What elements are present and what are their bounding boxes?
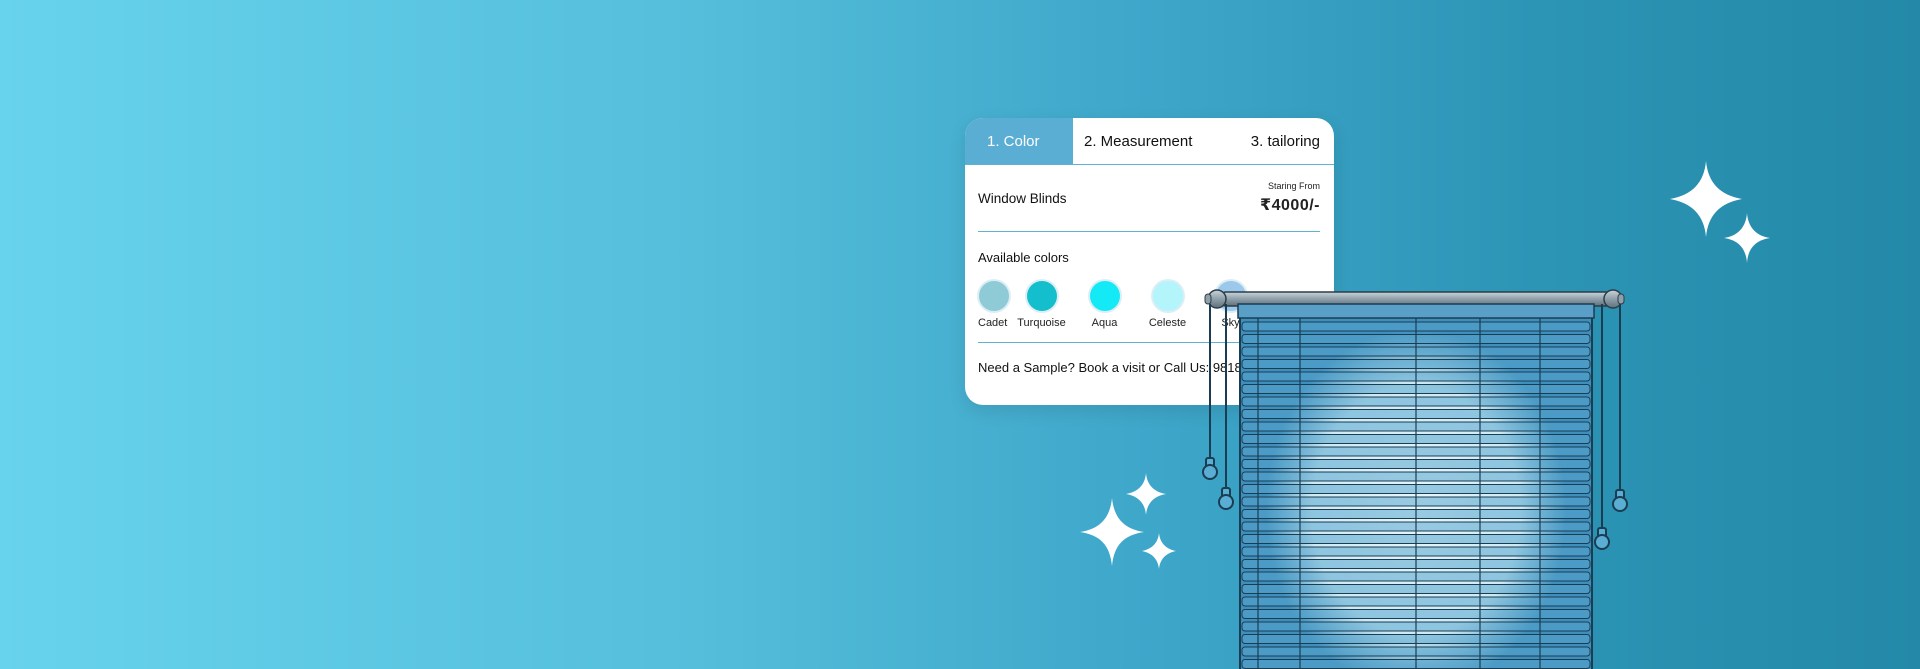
color-swatch-label: Cadet (978, 317, 1008, 329)
price-value: ₹4000/- (1260, 197, 1320, 214)
color-swatch-circle (1089, 281, 1120, 311)
price-box: Staring From ₹4000/- (1260, 181, 1320, 215)
color-swatch[interactable]: Aqua (1073, 281, 1136, 329)
color-swatch-circle (979, 281, 1009, 311)
step-tabs: 1. Color 2. Measurement 3. tailoring (965, 118, 1334, 165)
sparkle-icon (1126, 473, 1166, 515)
product-row: Window Blinds Staring From ₹4000/- (978, 165, 1320, 232)
tab-color-label: 1. Color (987, 132, 1040, 150)
tab-tailoring-label: 3. tailoring (1250, 132, 1320, 150)
color-swatch-label: Celeste (1148, 317, 1187, 329)
color-swatch[interactable]: Turquoise (1010, 281, 1073, 329)
color-swatch-circle (1026, 281, 1057, 311)
color-swatch-circle-wrap (1089, 281, 1121, 311)
product-name: Window Blinds (978, 190, 1067, 206)
color-swatch-circle-wrap (978, 281, 1010, 311)
price-caption: Staring From (1267, 181, 1320, 191)
color-swatch-circle (1152, 281, 1183, 311)
sparkle-icon (1142, 533, 1176, 569)
available-colors-title: Available colors (978, 250, 1069, 265)
tab-measurement[interactable]: 2. Measurement (1073, 118, 1231, 164)
color-swatch-label: Turquoise (1017, 317, 1066, 329)
venetian-blind-illustration (1202, 289, 1628, 669)
tab-color[interactable]: 1. Color (965, 118, 1073, 164)
sparkle-icon (1724, 213, 1770, 263)
color-swatch-label: Aqua (1091, 317, 1118, 329)
color-swatch-circle-wrap (1152, 281, 1184, 311)
color-swatch-circle-wrap (1026, 281, 1058, 311)
tab-measurement-label: 2. Measurement (1084, 132, 1193, 150)
color-swatch[interactable]: Cadet (978, 281, 1010, 329)
tab-tailoring[interactable]: 3. tailoring (1231, 118, 1334, 164)
